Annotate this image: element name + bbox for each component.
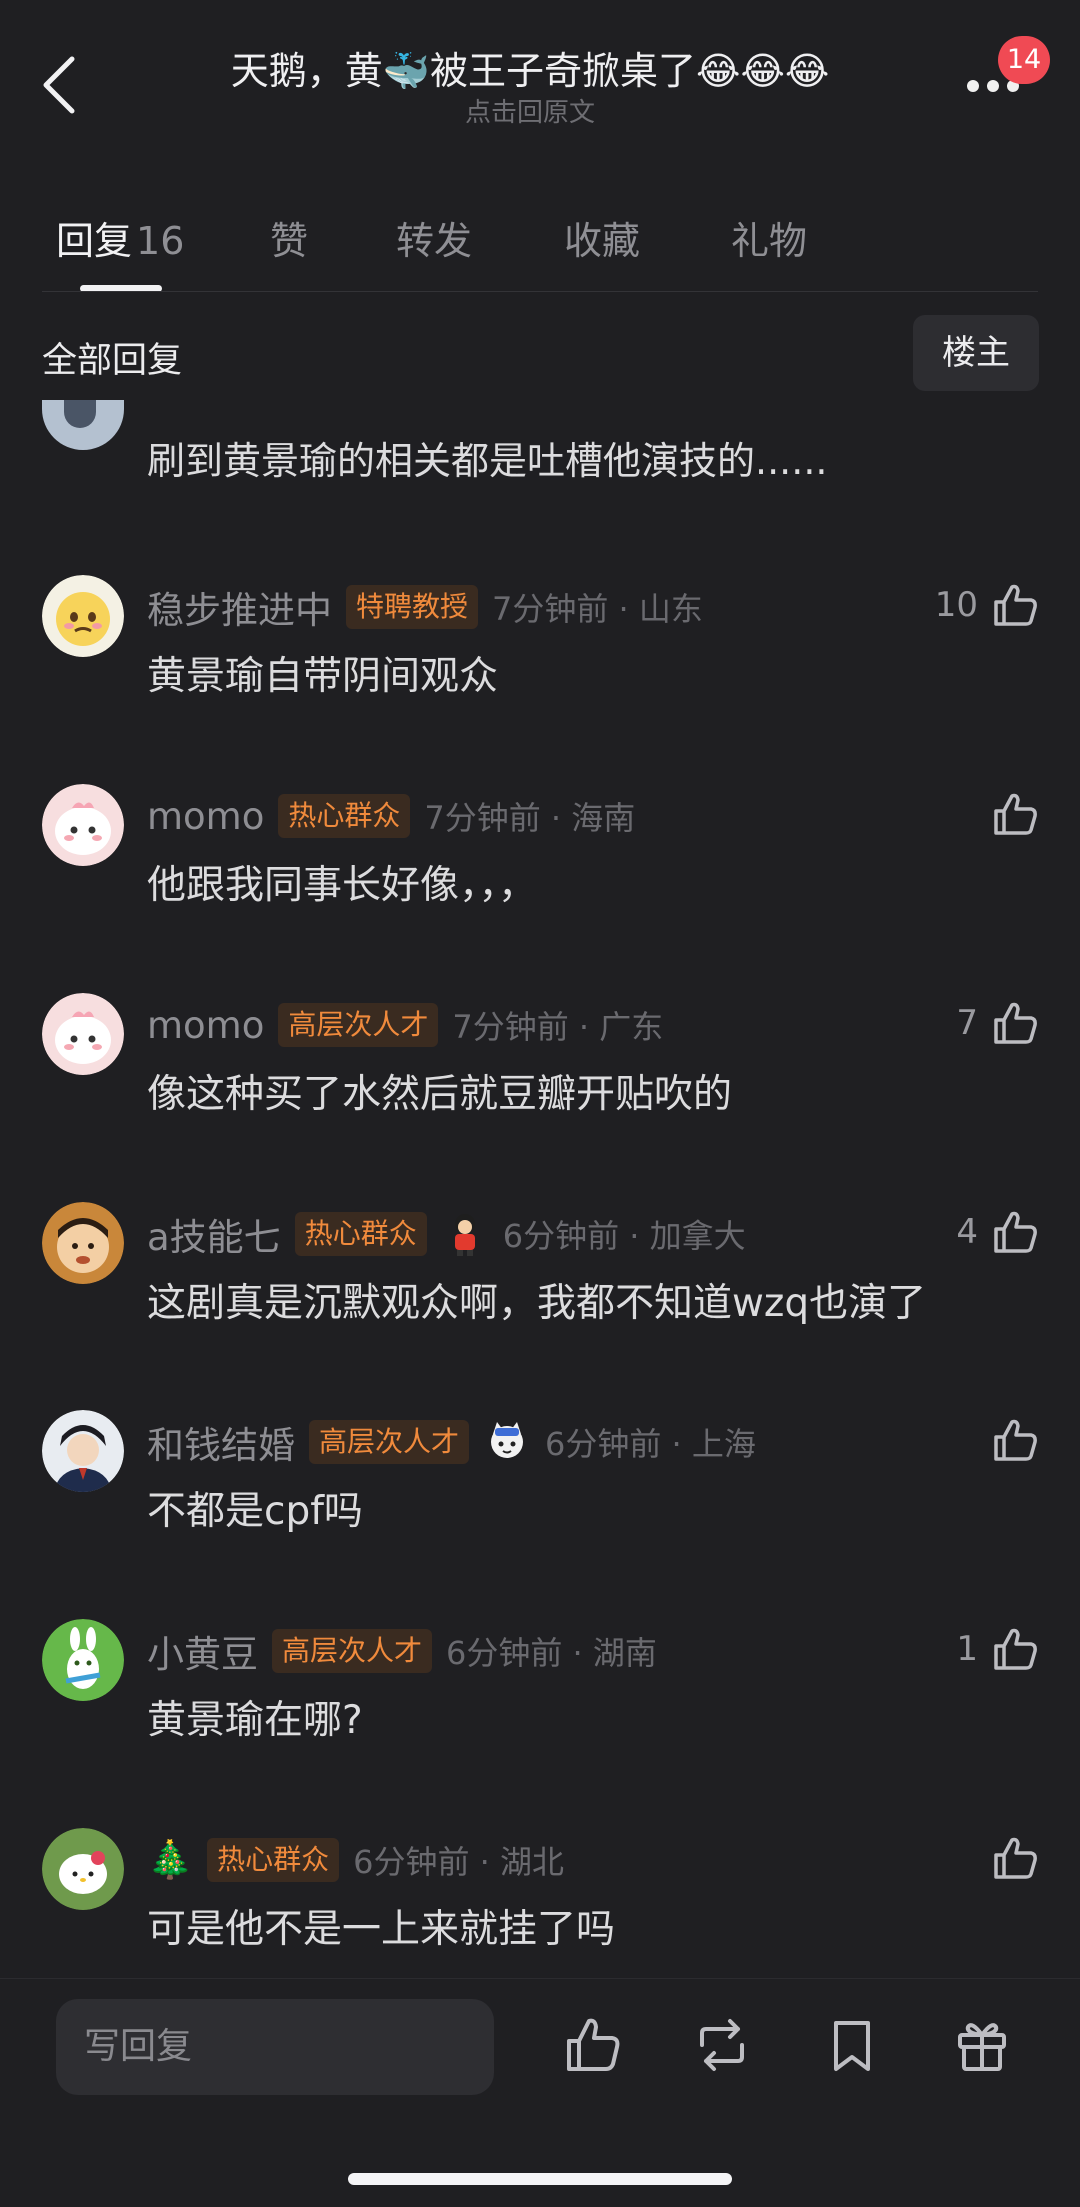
comment-item: 和钱结婚 高层次人才 6分钟前 · 上海 不都是cpf吗 <box>0 1410 1080 1590</box>
timestamp: 7分钟前 · 广东 <box>452 1008 664 1046</box>
comment-meta: a技能七 热心群众 6分钟前 · 加拿大 <box>147 1204 746 1264</box>
user-tag: 热心群众 <box>294 1212 427 1256</box>
user-tag: 热心群众 <box>278 794 411 838</box>
avatar[interactable] <box>42 993 124 1075</box>
like-button[interactable] <box>978 1828 1040 1888</box>
comment-item: momo 热心群众 7分钟前 · 海南 他跟我同事长好像，，， <box>0 784 1080 964</box>
username[interactable]: a技能七 <box>147 1207 281 1261</box>
timestamp: 6分钟前 · 上海 <box>545 1425 756 1463</box>
tab-label: 回复 <box>56 219 133 263</box>
bookmark-icon[interactable] <box>822 2015 882 2075</box>
comment-text: 不都是cpf吗 <box>147 1489 363 1534</box>
tab-likes[interactable]: 赞 <box>270 210 308 265</box>
thumbs-up-icon <box>990 998 1040 1048</box>
like-button[interactable]: 1 <box>956 1619 1040 1679</box>
avatar[interactable] <box>42 1828 124 1910</box>
tab-gifts[interactable]: 礼物 <box>731 210 807 265</box>
like-count: 7 <box>956 1003 978 1043</box>
thumbs-up-icon <box>990 1833 1040 1883</box>
thumbs-up-icon[interactable] <box>563 2015 623 2075</box>
comment-item: momo 高层次人才 7分钟前 · 广东 7 像这种买了水然后就豆瓣开贴吹的 <box>0 993 1080 1173</box>
thumbs-up-icon <box>990 1624 1040 1674</box>
post-title[interactable]: 天鹅，黄🐳被王子奇掀桌了😂😂😂 <box>150 40 910 95</box>
comment-text: 黄景瑜自带阴间观众 <box>147 654 499 699</box>
like-button[interactable] <box>978 784 1040 844</box>
like-button[interactable]: 4 <box>956 1202 1040 1262</box>
comment-text: 可是他不是一上来就挂了吗 <box>147 1907 616 1952</box>
comment-item: 稳步推进中 特聘教授 7分钟前 · 山东 10 黄景瑜自带阴间观众 <box>0 575 1080 755</box>
tab-bar: 回复 16 赞 转发 收藏 礼物 <box>0 180 1080 292</box>
comment-list[interactable]: 刷到黄景瑜的相关都是吐槽他演技的...... 稳步推进中 特聘教授 7分钟前 ·… <box>0 400 1080 1975</box>
avatar[interactable] <box>42 1619 124 1701</box>
boy-sticker-icon <box>441 1210 489 1258</box>
comment-item: 小黄豆 高层次人才 6分钟前 · 湖南 1 黄景瑜在哪? <box>0 1619 1080 1799</box>
username[interactable]: 🎄 <box>147 1838 193 1882</box>
comment-meta: 和钱结婚 高层次人才 6分钟前 · 上海 <box>147 1412 756 1472</box>
timestamp: 7分钟前 · 海南 <box>424 799 636 837</box>
user-tag: 热心群众 <box>207 1838 340 1882</box>
timestamp: 6分钟前 · 加拿大 <box>502 1217 746 1255</box>
back-arrow-icon[interactable] <box>40 55 80 115</box>
tab-reposts[interactable]: 转发 <box>396 210 472 265</box>
notification-badge: 14 <box>998 36 1050 84</box>
like-button[interactable] <box>978 1410 1040 1470</box>
header: 天鹅，黄🐳被王子奇掀桌了😂😂😂 点击回原文 14 <box>0 0 1080 150</box>
avatar[interactable] <box>42 1202 124 1284</box>
user-tag: 高层次人才 <box>272 1629 433 1673</box>
user-tag: 高层次人才 <box>278 1003 439 1047</box>
like-count: 4 <box>956 1212 978 1252</box>
username[interactable]: 小黄豆 <box>147 1624 258 1678</box>
gift-icon[interactable] <box>952 2015 1012 2075</box>
comment-text: 他跟我同事长好像，，， <box>147 863 538 908</box>
like-button[interactable]: 7 <box>956 993 1040 1053</box>
comment-meta: 🎄 热心群众 6分钟前 · 湖北 <box>147 1830 564 1890</box>
tab-replies[interactable]: 回复 16 <box>56 210 184 265</box>
divider <box>42 291 1038 292</box>
cat-sticker-icon <box>483 1418 531 1466</box>
comment-text: 像这种买了水然后就豆瓣开贴吹的 <box>147 1072 733 1117</box>
like-count: 1 <box>956 1629 978 1669</box>
comment-text: 黄景瑜在哪? <box>147 1698 363 1743</box>
username[interactable]: 和钱结婚 <box>147 1415 295 1469</box>
comment-text: 刷到黄景瑜的相关都是吐槽他演技的...... <box>147 439 828 483</box>
user-tag: 特聘教授 <box>346 585 479 629</box>
repost-icon[interactable] <box>692 2015 752 2075</box>
user-tag: 高层次人才 <box>309 1420 470 1464</box>
username[interactable]: momo <box>147 1004 264 1047</box>
like-count: 10 <box>934 585 978 625</box>
username[interactable]: 稳步推进中 <box>147 580 332 634</box>
timestamp: 6分钟前 · 湖北 <box>353 1843 564 1881</box>
comment-meta: 小黄豆 高层次人才 6分钟前 · 湖南 <box>147 1621 657 1681</box>
avatar[interactable] <box>42 784 124 866</box>
reply-input[interactable]: 写回复 <box>56 1999 494 2095</box>
comment-item: a技能七 热心群众 6分钟前 · 加拿大 4 这剧真是沉默观众啊，我都不知道wz… <box>0 1202 1080 1382</box>
view-original-link[interactable]: 点击回原文 <box>150 92 910 129</box>
tab-count: 16 <box>136 219 185 263</box>
comment-meta: momo 热心群众 7分钟前 · 海南 <box>147 786 635 846</box>
comment-text: 这剧真是沉默观众啊，我都不知道wzq也演了 <box>147 1281 927 1326</box>
home-indicator <box>348 2173 732 2185</box>
bottom-action-bar: 写回复 <box>0 1978 1080 2207</box>
comment-meta: momo 高层次人才 7分钟前 · 广东 <box>147 995 663 1055</box>
all-replies-label: 全部回复 <box>42 341 183 381</box>
tab-favorites[interactable]: 收藏 <box>564 210 640 265</box>
thumbs-up-icon <box>990 1415 1040 1465</box>
comment-item: 🎄 热心群众 6分钟前 · 湖北 可是他不是一上来就挂了吗 <box>0 1828 1080 1975</box>
avatar[interactable] <box>42 575 124 657</box>
avatar[interactable] <box>42 400 124 450</box>
thumbs-up-icon <box>990 580 1040 630</box>
username[interactable]: momo <box>147 795 264 838</box>
thumbs-up-icon <box>990 1207 1040 1257</box>
like-button[interactable]: 10 <box>935 575 1040 635</box>
owner-only-button[interactable]: 楼主 <box>913 315 1039 391</box>
avatar[interactable] <box>42 1410 124 1492</box>
comment-meta: 稳步推进中 特聘教授 7分钟前 · 山东 <box>147 577 703 637</box>
thumbs-up-icon <box>990 789 1040 839</box>
timestamp: 7分钟前 · 山东 <box>492 590 703 628</box>
timestamp: 6分钟前 · 湖南 <box>446 1634 657 1672</box>
